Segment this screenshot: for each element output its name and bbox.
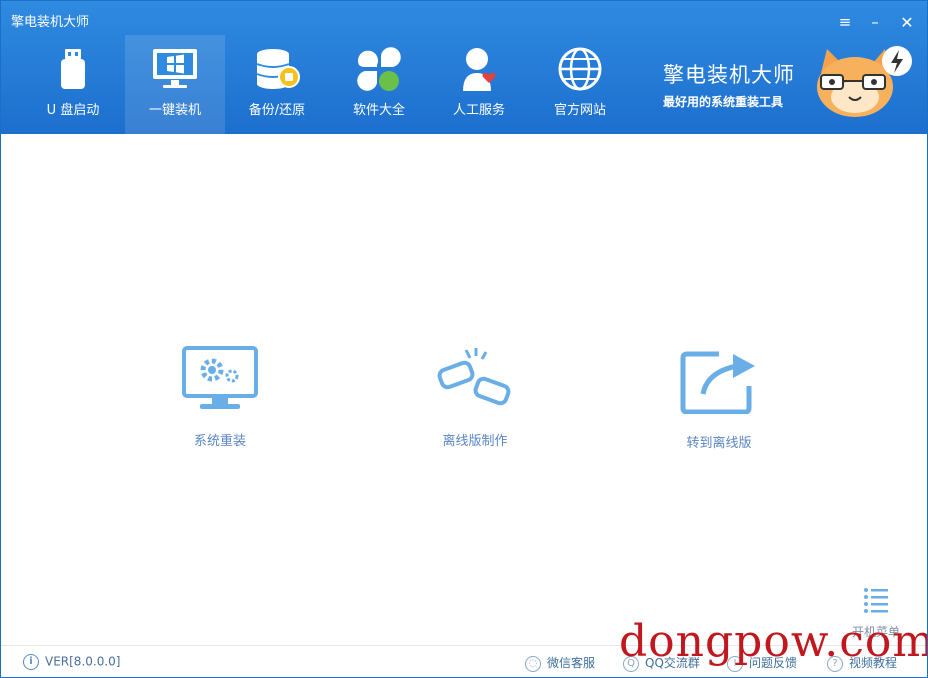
- menu-icon[interactable]: ≡: [835, 13, 855, 31]
- brand-tagline: 最好用的系统重装工具: [663, 95, 784, 109]
- monitor-gears-icon: [182, 346, 258, 409]
- nav-one-click-install[interactable]: 一键装机: [125, 35, 225, 134]
- nav-label: 软件大全: [352, 103, 405, 118]
- action-label: 转到离线版: [686, 436, 752, 451]
- nav-label: 备份/还原: [248, 103, 306, 118]
- brand-block: 擎电装机大师 最好用的系统重装工具: [663, 59, 795, 110]
- person-heart-icon: [463, 48, 496, 91]
- nav-label: U 盘启动: [46, 103, 100, 118]
- database-backup-icon: [256, 49, 300, 89]
- nav-usb-boot[interactable]: U 盘启动: [23, 35, 123, 134]
- offline-version-maker-button[interactable]: 离线版制作: [405, 346, 545, 449]
- clover-apps-icon: [357, 47, 401, 91]
- close-icon[interactable]: ✕: [897, 13, 917, 32]
- nav-manual-service[interactable]: 人工服务: [429, 35, 529, 134]
- version-info: i VER[8.0.0.0]: [23, 654, 120, 670]
- header-bar: 擎电装机大师 ≡ – ✕ U 盘启动 一键装机 备份/还原 软件大全 人工服务 …: [1, 1, 927, 134]
- wechat-icon: ◌: [525, 655, 541, 672]
- version-text: VER[8.0.0.0]: [45, 654, 121, 669]
- app-title: 擎电装机大师: [11, 15, 90, 30]
- usb-drive-icon: [61, 49, 85, 89]
- info-icon: i: [23, 654, 39, 670]
- nav-label: 人工服务: [452, 103, 505, 118]
- list-icon: [864, 588, 888, 613]
- nav-software[interactable]: 软件大全: [329, 35, 429, 134]
- switch-to-offline-button[interactable]: 转到离线版: [649, 346, 789, 451]
- action-label: 离线版制作: [442, 434, 508, 449]
- globe-icon: [558, 47, 602, 91]
- cat-mascot-icon: [817, 46, 912, 117]
- nav-label: 官方网站: [553, 103, 606, 118]
- monitor-windows-icon: [153, 49, 197, 88]
- watermark-text: dongpow.com: [619, 616, 928, 667]
- action-label: 系统重装: [193, 434, 246, 449]
- brand-name: 擎电装机大师: [663, 63, 795, 87]
- system-reinstall-button[interactable]: 系统重装: [150, 346, 290, 449]
- app-window: 擎电装机大师 ≡ – ✕ U 盘启动 一键装机 备份/还原 软件大全 人工服务 …: [0, 0, 928, 678]
- broken-link-icon: [437, 348, 511, 406]
- minimize-icon[interactable]: –: [865, 13, 885, 31]
- link-label: 微信客服: [547, 656, 596, 670]
- nav-label: 一键装机: [148, 103, 201, 118]
- nav-backup-restore[interactable]: 备份/还原: [227, 35, 327, 134]
- nav-official-site[interactable]: 官方网站: [530, 35, 630, 134]
- share-arrow-icon: [680, 351, 755, 414]
- wechat-support-link[interactable]: ◌ 微信客服: [525, 654, 595, 672]
